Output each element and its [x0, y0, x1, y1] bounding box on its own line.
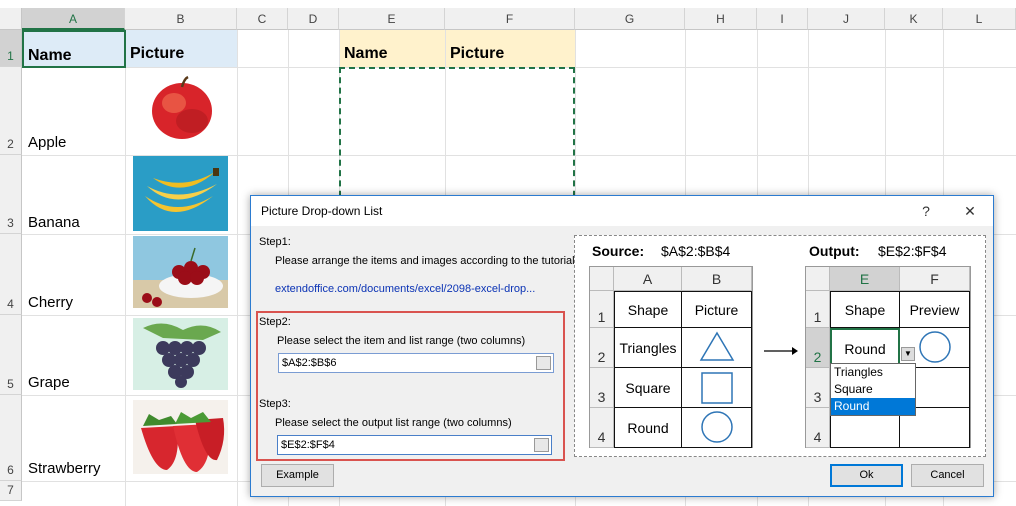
row-header-3[interactable]: 3: [0, 155, 22, 234]
cancel-button[interactable]: Cancel: [911, 464, 984, 487]
cell-a6[interactable]: Strawberry: [22, 460, 125, 480]
range-select-icon[interactable]: [534, 438, 549, 452]
row-header-2[interactable]: 2: [0, 67, 22, 155]
col-header-l[interactable]: L: [943, 8, 1016, 30]
triangle-icon: [699, 331, 734, 361]
cell-b1[interactable]: Picture: [126, 30, 237, 67]
strawberry-picture[interactable]: [133, 400, 228, 474]
range-select-icon[interactable]: [536, 356, 551, 370]
help-button[interactable]: ?: [906, 196, 946, 226]
col-header-e[interactable]: E: [339, 8, 445, 30]
preview-panel: Source: $A$2:$B$4 Output: $E$2:$F$4 A B …: [574, 235, 986, 457]
col-header-g[interactable]: G: [575, 8, 685, 30]
row-header-6[interactable]: 6: [0, 395, 22, 481]
source-label: Source:: [592, 243, 645, 259]
col-header-a[interactable]: A: [22, 8, 125, 30]
dialog-title: Picture Drop-down List: [261, 204, 383, 218]
dropdown-arrow-icon[interactable]: ▼: [901, 347, 915, 361]
step3-label: Step3:: [259, 398, 291, 410]
source-range-input[interactable]: $A$2:$B$6: [278, 353, 554, 373]
cherry-picture[interactable]: [133, 236, 228, 308]
cell-a3[interactable]: Banana: [22, 214, 125, 234]
cell-a4[interactable]: Cherry: [22, 294, 125, 314]
picture-dropdown-dialog: Picture Drop-down List ? ✕ Step1: Please…: [250, 195, 994, 497]
square-icon: [700, 372, 733, 404]
col-header-f[interactable]: F: [445, 8, 575, 30]
col-header-i[interactable]: I: [757, 8, 808, 30]
row-header-4[interactable]: 4: [0, 234, 22, 315]
output-label: Output:: [809, 243, 860, 259]
output-range-input[interactable]: $E$2:$F$4: [277, 435, 552, 455]
col-header-k[interactable]: K: [885, 8, 943, 30]
cell-a5[interactable]: Grape: [22, 374, 125, 394]
row-header-7[interactable]: 7: [0, 481, 22, 501]
dropdown-option-round[interactable]: Round: [831, 398, 915, 415]
banana-picture[interactable]: [133, 156, 228, 231]
step3-text: Please select the output list range (two…: [275, 417, 512, 429]
dropdown-list[interactable]: Triangles Square Round: [830, 363, 916, 416]
col-header-c[interactable]: C: [237, 8, 288, 30]
step2-label: Step2:: [259, 316, 291, 328]
cell-a2[interactable]: Apple: [22, 134, 125, 154]
dropdown-option-square[interactable]: Square: [831, 381, 915, 398]
step1-text: Please arrange the items and images acco…: [275, 255, 575, 267]
col-header-d[interactable]: D: [288, 8, 339, 30]
col-header-b[interactable]: B: [125, 8, 237, 30]
cell-e1[interactable]: Name: [340, 30, 445, 67]
select-all-corner[interactable]: [0, 8, 22, 30]
cell-f1[interactable]: Picture: [446, 30, 575, 67]
cell-a1[interactable]: Name: [22, 30, 126, 68]
row-header-1[interactable]: 1: [0, 30, 22, 67]
source-mini-sheet: A B 1 2 3 4 Shape Picture Triangles Squa…: [589, 266, 753, 448]
col-header-j[interactable]: J: [808, 8, 885, 30]
step2-text: Please select the item and list range (t…: [277, 335, 526, 347]
tutorial-link[interactable]: extendoffice.com/documents/excel/2098-ex…: [275, 283, 535, 295]
col-header-h[interactable]: H: [685, 8, 757, 30]
circle-icon: [700, 411, 733, 443]
ok-button[interactable]: Ok: [830, 464, 903, 487]
close-button[interactable]: ✕: [950, 196, 990, 226]
step1-label: Step1:: [259, 236, 291, 248]
copy-range-marquee: [339, 67, 575, 207]
output-range: $E$2:$F$4: [878, 243, 947, 259]
dropdown-option-triangles[interactable]: Triangles: [831, 364, 915, 381]
source-range: $A$2:$B$4: [661, 243, 731, 259]
example-button[interactable]: Example: [261, 464, 334, 487]
output-mini-sheet: E F 1 2 3 4 Shape Preview Round ▼ Triang…: [805, 266, 971, 448]
grape-picture[interactable]: [133, 318, 228, 390]
dialog-titlebar[interactable]: Picture Drop-down List ? ✕: [251, 196, 993, 226]
arrow-right-icon: [764, 347, 798, 355]
apple-picture[interactable]: [136, 69, 228, 145]
row-header-5[interactable]: 5: [0, 315, 22, 395]
